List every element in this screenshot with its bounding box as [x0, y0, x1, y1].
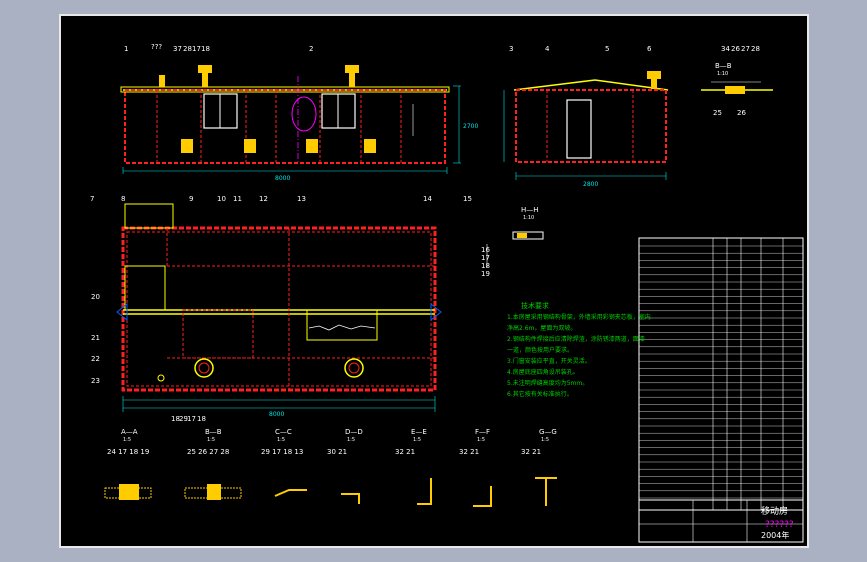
balloon-plan_left-0: 20	[91, 293, 100, 301]
section-scale-e_e: 1:5	[413, 437, 421, 443]
section-balloons-g: 32 21	[521, 448, 541, 456]
section-balloons-e: 32 21	[395, 448, 415, 456]
title-name: 移动房	[761, 505, 788, 517]
balloon-front-2: 37	[173, 45, 182, 53]
notes-line-0: 1.本房屋采用钢结构骨架，外墙采用彩钢夹芯板，室内	[507, 313, 651, 321]
section-e	[417, 478, 432, 505]
section-scale-g_g: 1:5	[541, 437, 549, 443]
notes-line-7: 6.其它按有关标准执行。	[507, 390, 573, 398]
balloon-plan_top-6: 13	[297, 195, 306, 203]
side-elevation	[503, 71, 669, 180]
balloon-plan_top-0: 7	[90, 195, 94, 203]
balloon-plan_top-2: 9	[189, 195, 193, 203]
section-balloons-c: 29 17 18 13	[261, 448, 303, 456]
balloon-detail_b-1: 26	[731, 45, 740, 53]
section-label-b_b: B—B	[205, 428, 222, 436]
section-label-c_c: C—C	[275, 428, 292, 436]
balloon-detail_h-1: 17	[481, 254, 490, 262]
balloon-labels: 1??? 37 28 17 18 2 3 4 5 6 34 26 27 2825 267 8 9 10 11 12 13…	[90, 43, 760, 423]
balloon-front-5: 18	[201, 45, 210, 53]
title-company: ??????	[765, 520, 794, 530]
balloon-side-1: 4	[545, 45, 550, 53]
section-balloons-a: 24 17 18 19	[107, 448, 149, 456]
cad-drawing: ?????? 移动房 2004年 1??? 37 28 17 18 2 3 4 5 6 34 26 27…	[90, 43, 804, 543]
detail-b	[701, 81, 773, 94]
balloon-plan_top-3: 10	[217, 195, 226, 203]
section-label-d_d: D—D	[345, 428, 363, 436]
balloon-front-1: ???	[151, 43, 162, 51]
section-scale-c_c: 1:5	[277, 437, 285, 443]
section-label-f_f: F—F	[475, 428, 490, 436]
balloon-detail_h-3: 19	[481, 270, 490, 278]
section-balloons-d: 30 21	[327, 448, 347, 456]
section-label-b_b_top: B—B	[715, 62, 732, 70]
section-d	[341, 493, 360, 504]
section-scale-b_b_top: 1:10	[717, 71, 728, 77]
title-date: 2004年	[761, 530, 789, 540]
technical-notes: 技术要求 1.本房屋采用钢结构骨架，外墙采用彩钢夹芯板，室内 净高2.6m，屋面为…	[507, 301, 651, 398]
dim-front-total: 8000	[275, 175, 290, 182]
detail-h	[486, 231, 544, 268]
balloon-plan_left-2: 22	[91, 355, 100, 363]
notes-line-3: 一道，颜色按用户要求。	[507, 346, 573, 354]
section-label-g_g: G—G	[539, 428, 557, 436]
section-scale-a_a: 1:5	[123, 437, 131, 443]
section-scale-h_h: 1:10	[523, 215, 534, 221]
section-label-h_h: H—H	[521, 206, 539, 214]
section-label-a_a: A—A	[121, 428, 138, 436]
dim-side-total: 2800	[583, 181, 598, 188]
parts-list	[638, 237, 804, 511]
balloon-plan_bottom-3: 18	[197, 415, 206, 423]
balloon-front-6: 2	[309, 45, 313, 53]
notes-line-1: 净高2.6m，屋面为双坡。	[507, 324, 576, 332]
drawing-sheet: ?????? 移动房 2004年 1??? 37 28 17 18 2 3 4 5 6 34 26 27…	[59, 14, 809, 548]
balloon-side-3: 6	[647, 45, 652, 53]
notes-line-5: 4.房屋底座四角设吊装孔。	[507, 368, 579, 376]
notes-line-2: 2.钢结构件焊接后应清除焊渣，涂防锈漆两道，面漆	[507, 335, 645, 343]
balloon-detail_b-2: 27	[741, 45, 750, 53]
section-b	[184, 484, 242, 500]
balloon-front-4: 17	[192, 45, 201, 53]
floor-plan	[116, 203, 442, 412]
balloon-plan_left-3: 23	[91, 377, 100, 385]
balloon-plan_bottom-2: 17	[187, 415, 196, 423]
section-label-e_e: E—E	[411, 428, 427, 436]
notes-line-6: 5.未注明焊缝高度均为5mm。	[507, 379, 588, 387]
dim-height: 2700	[463, 123, 478, 130]
section-g	[535, 477, 557, 506]
title-block: ?????? 移动房 2004年	[638, 499, 804, 543]
balloon-plan_top-7: 14	[423, 195, 432, 203]
balloon-detail_b-4: 25	[713, 109, 722, 117]
sections-row	[104, 477, 557, 507]
balloon-detail_h-0: 16	[481, 246, 490, 254]
section-scale-b_b: 1:5	[207, 437, 215, 443]
section-c	[274, 489, 307, 497]
balloon-plan_top-1: 8	[121, 195, 125, 203]
balloon-side-2: 5	[605, 45, 609, 53]
balloon-detail_h-2: 18	[481, 262, 490, 270]
balloon-plan_top-5: 12	[259, 195, 268, 203]
section-scale-d_d: 1:5	[347, 437, 355, 443]
dim-plan-total: 8000	[269, 411, 284, 418]
balloon-plan_top-8: 15	[463, 195, 472, 203]
balloon-side-0: 3	[509, 45, 513, 53]
section-a	[104, 484, 152, 500]
balloon-front-3: 28	[183, 45, 192, 53]
balloon-plan_left-1: 21	[91, 334, 100, 342]
notes-title: 技术要求	[521, 301, 549, 310]
notes-line-4: 3.门窗安装应平直，开关灵活。	[507, 357, 591, 365]
balloon-front-0: 1	[124, 45, 128, 53]
balloon-detail_b-5: 26	[737, 109, 746, 117]
balloon-detail_b-0: 34	[721, 45, 730, 53]
section-scale-f_f: 1:5	[477, 437, 485, 443]
balloon-detail_b-3: 28	[751, 45, 760, 53]
section-balloons-f: 32 21	[459, 448, 479, 456]
balloon-plan_top-4: 11	[233, 195, 242, 203]
section-f	[473, 486, 492, 507]
section-balloons-b: 25 26 27 28	[187, 448, 229, 456]
front-elevation	[120, 65, 461, 174]
